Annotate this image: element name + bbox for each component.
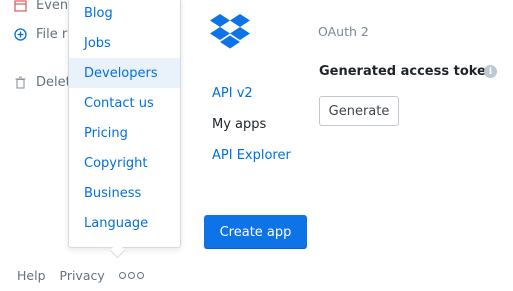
help-link[interactable]: Help xyxy=(17,268,46,283)
token-title: Generated access token xyxy=(319,64,496,79)
menu-item-copyright[interactable]: Copyright xyxy=(69,148,180,178)
menu-item-business[interactable]: Business xyxy=(69,178,180,208)
api-v2-link[interactable]: API v2 xyxy=(212,86,253,101)
more-dots-icon[interactable] xyxy=(118,272,144,279)
nav-item-events[interactable]: Event xyxy=(14,0,73,13)
create-app-button[interactable]: Create app xyxy=(204,215,307,249)
calendar-icon xyxy=(14,0,27,12)
menu-item-contact-us[interactable]: Contact us xyxy=(69,88,180,118)
footer-links: Help Privacy xyxy=(17,268,158,283)
nav-item-label: Delet xyxy=(36,75,71,90)
privacy-link[interactable]: Privacy xyxy=(60,268,105,283)
nav-item-file-requests[interactable]: File r xyxy=(14,27,67,42)
more-menu: Blog Jobs Developers Contact us Pricing … xyxy=(68,0,181,248)
trash-icon xyxy=(14,76,27,89)
api-explorer-link[interactable]: API Explorer xyxy=(212,148,291,163)
menu-item-jobs[interactable]: Jobs xyxy=(69,28,180,58)
dropbox-logo-icon[interactable] xyxy=(210,14,250,50)
info-icon[interactable]: i xyxy=(484,65,497,78)
generate-button[interactable]: Generate xyxy=(319,96,399,126)
menu-item-language[interactable]: Language xyxy=(69,208,180,238)
file-request-icon xyxy=(14,28,27,41)
my-apps-link[interactable]: My apps xyxy=(212,117,266,132)
nav-item-deleted-files[interactable]: Delet xyxy=(14,75,71,90)
menu-item-pricing[interactable]: Pricing xyxy=(69,118,180,148)
menu-item-blog[interactable]: Blog xyxy=(69,0,180,28)
menu-item-developers[interactable]: Developers xyxy=(69,58,180,88)
nav-item-label: File r xyxy=(36,27,68,42)
oauth-label: OAuth 2 xyxy=(318,24,369,39)
